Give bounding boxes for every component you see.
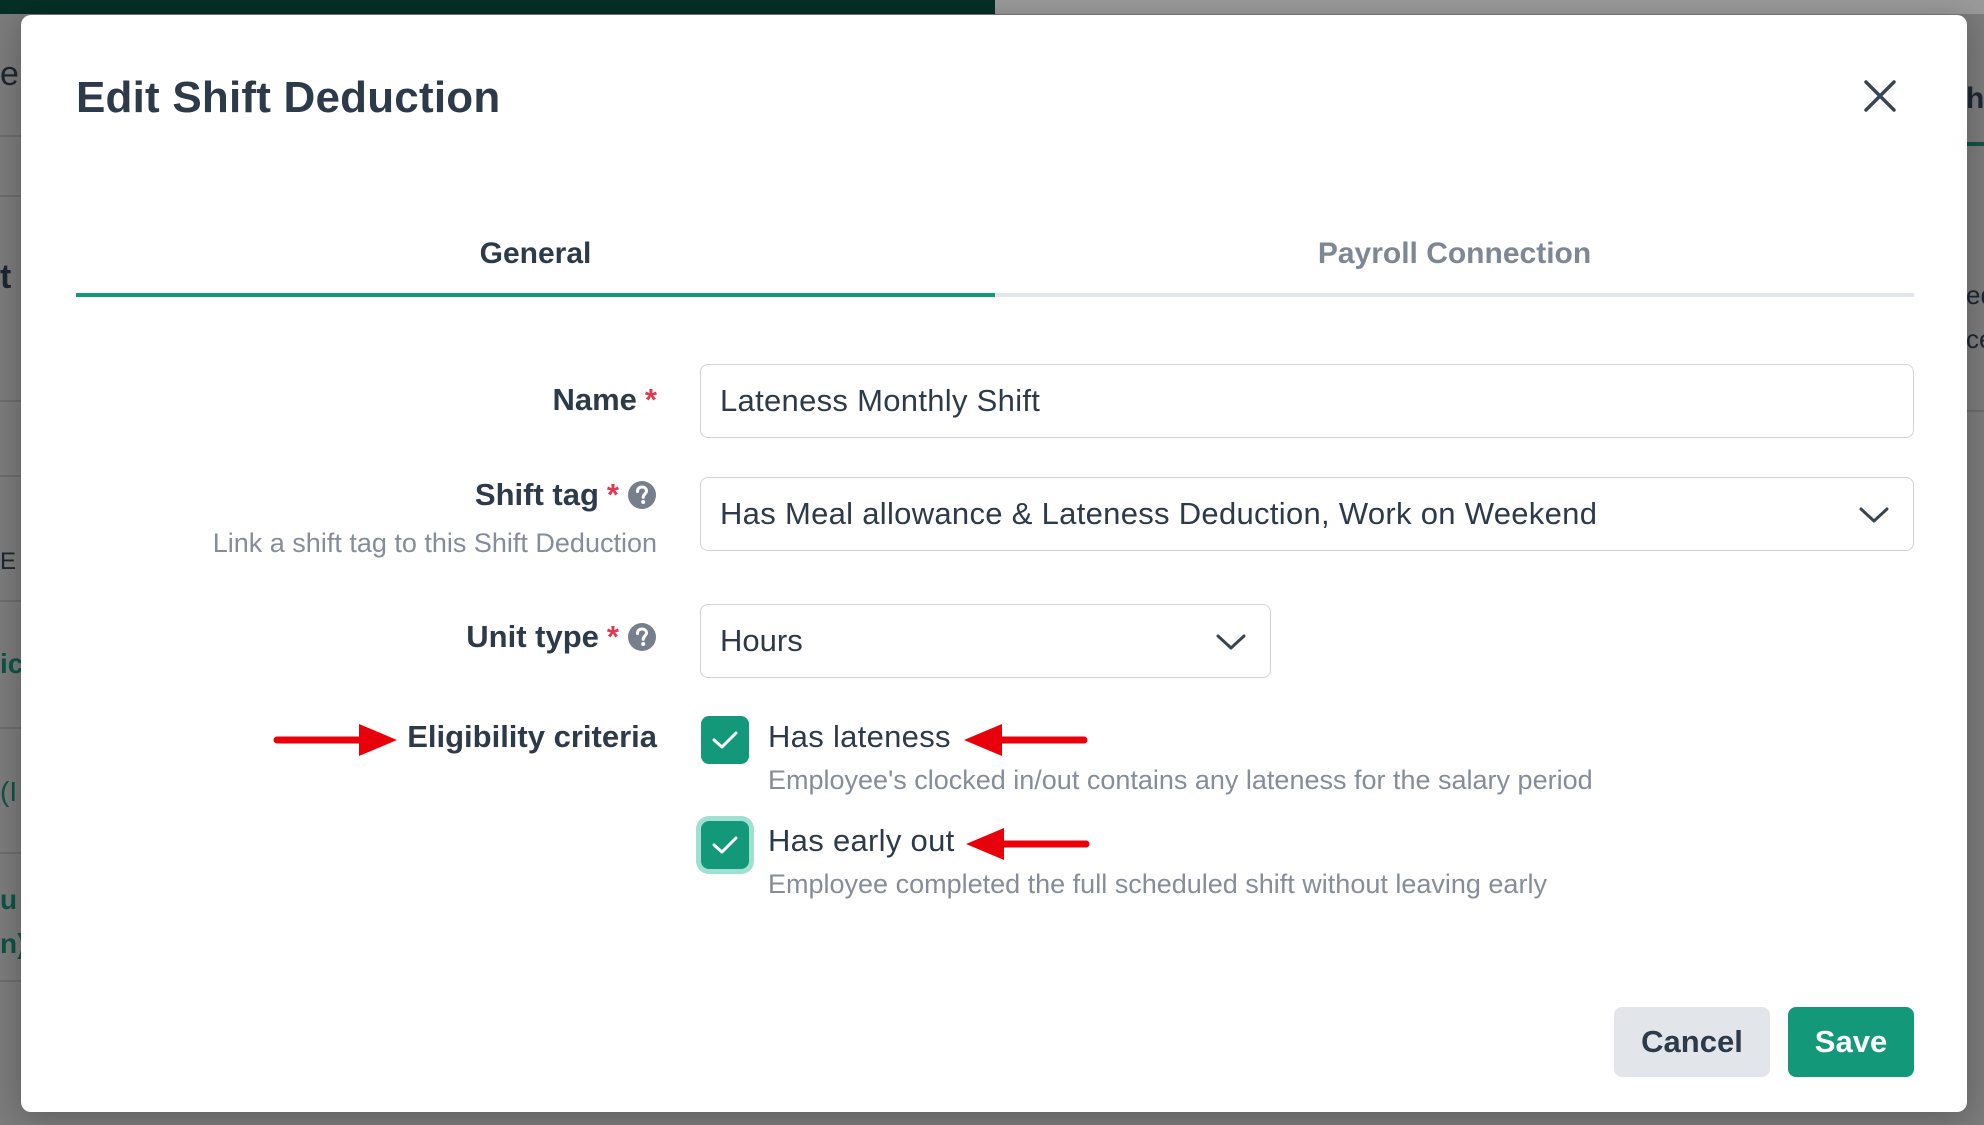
background-text-fragment: ic — [0, 648, 24, 679]
required-marker: * — [644, 382, 657, 417]
background-divider — [0, 475, 21, 477]
eligibility-criteria-label: Eligibility criteria — [407, 719, 657, 755]
has-early-out-description: Employee completed the full scheduled sh… — [768, 869, 1547, 899]
background-text-fragment: h — [1966, 82, 1984, 115]
help-icon[interactable] — [627, 622, 657, 652]
annotation-arrow-left-icon — [964, 724, 1088, 756]
required-marker: * — [606, 477, 619, 512]
chevron-down-icon — [1216, 634, 1246, 650]
chevron-down-icon — [1859, 507, 1889, 523]
has-lateness-label[interactable]: Has lateness — [768, 719, 951, 755]
help-icon[interactable] — [627, 480, 657, 510]
shift-tag-label-text: Shift tag — [474, 477, 599, 512]
background-text-fragment: ed — [1966, 280, 1984, 310]
background-text-fragment: u — [0, 884, 18, 915]
shift-tag-hint: Link a shift tag to this Shift Deduction — [212, 528, 657, 558]
background-text-fragment: e — [0, 55, 19, 93]
background-text-fragment: ce — [1966, 324, 1984, 354]
tab-general[interactable]: General — [76, 215, 995, 297]
has-early-out-checkbox[interactable] — [701, 821, 749, 869]
background-text-fragment: E — [0, 548, 17, 575]
close-button[interactable] — [1855, 71, 1905, 121]
unit-type-select[interactable]: Hours — [700, 604, 1271, 678]
unit-type-label: Unit type * — [466, 619, 657, 655]
annotation-arrow-right-icon — [273, 724, 397, 756]
background-divider — [0, 400, 21, 402]
name-label-text: Name — [552, 382, 637, 417]
background-text-fragment: (I — [0, 776, 18, 807]
has-early-out-label[interactable]: Has early out — [768, 823, 955, 859]
checkmark-icon — [712, 836, 738, 854]
has-lateness-checkbox[interactable] — [701, 716, 749, 764]
background-divider — [0, 600, 21, 602]
unit-type-value: Hours — [720, 623, 803, 658]
unit-type-label-text: Unit type — [466, 619, 599, 654]
name-label: Name * — [552, 382, 657, 418]
tab-payroll-connection[interactable]: Payroll Connection — [995, 215, 1914, 297]
has-lateness-description: Employee's clocked in/out contains any l… — [768, 765, 1593, 795]
checkmark-icon — [712, 731, 738, 749]
background-divider — [0, 135, 21, 137]
background-tab-indicator — [1967, 142, 1984, 146]
eligibility-criteria-label-text: Eligibility criteria — [407, 719, 657, 754]
shift-tag-select[interactable]: Has Meal allowance & Lateness Deduction,… — [700, 477, 1914, 551]
name-input[interactable] — [720, 383, 1913, 419]
annotation-arrow-left-icon — [966, 828, 1090, 860]
required-marker: * — [606, 619, 619, 654]
background-divider — [1967, 410, 1984, 412]
edit-shift-deduction-modal: Edit Shift Deduction General Payroll Con… — [21, 15, 1967, 1112]
background-divider — [0, 727, 21, 729]
cancel-button[interactable]: Cancel — [1614, 1007, 1770, 1077]
name-field[interactable] — [700, 364, 1914, 438]
tab-bar: General Payroll Connection — [76, 215, 1914, 297]
background-text-fragment: t — [0, 258, 12, 296]
close-icon — [1864, 80, 1896, 112]
background-divider — [0, 852, 21, 854]
save-button[interactable]: Save — [1788, 1007, 1914, 1077]
background-divider — [0, 195, 21, 197]
shift-tag-label: Shift tag * — [475, 477, 657, 513]
background-divider — [0, 980, 21, 982]
shift-tag-value: Has Meal allowance & Lateness Deduction,… — [720, 496, 1598, 531]
modal-title: Edit Shift Deduction — [76, 73, 501, 122]
background-header-bar — [0, 0, 995, 14]
background-header-bar-right — [995, 0, 1984, 14]
